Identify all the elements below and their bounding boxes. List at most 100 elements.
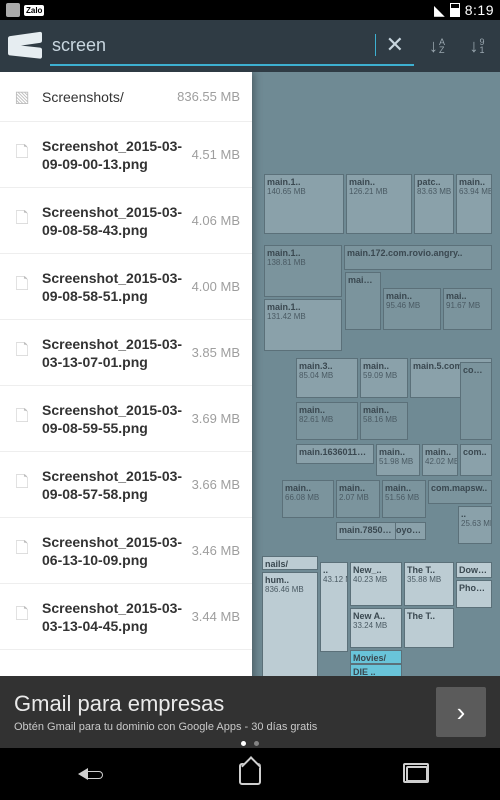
nav-back-button[interactable] [68,759,98,789]
ad-text: Gmail para empresas Obtén Gmail para tu … [14,691,426,733]
treemap-block[interactable]: mai..91.67 MB [443,288,492,330]
treemap-block[interactable]: com.. [460,444,492,476]
treemap-block[interactable]: main.1..140.65 MB [264,174,344,234]
file-name: Screenshot_2015-03-09-08-59-55.png [42,401,192,437]
file-row[interactable]: 🗋Screenshot_2015-03-09-08-57-58.png3.66 … [0,452,252,518]
treemap-block[interactable]: main..95.46 MB [383,288,441,330]
treemap-block[interactable]: main.1636011031.. [296,444,374,464]
folder-icon: ▧ [12,87,32,107]
treemap-block[interactable]: New A..33.24 MB [350,608,402,648]
treemap-block[interactable]: main..66.08 MB [282,480,334,518]
file-name: Screenshot_2015-03-09-08-58-43.png [42,203,192,239]
treemap-block[interactable]: ..25.63 MB [458,506,492,544]
nav-home-button[interactable] [235,759,265,789]
dot-active [241,741,246,746]
treemap-block[interactable]: main.1500207086.. [345,272,381,330]
treemap-block[interactable]: main.172.com.rovio.angry.. [344,245,492,270]
treemap-block[interactable]: main..58.16 MB [360,402,408,440]
main-stage: main.1..140.65 MBmain..126.21 MBpatc..83… [0,72,500,738]
treemap-block[interactable]: Download/ [456,562,492,578]
folder-row[interactable]: ▧ Screenshots/ 836.55 MB [0,72,252,122]
treemap-block[interactable]: main..2.07 MB [336,480,380,518]
treemap-block[interactable]: The T.. [404,608,454,648]
treemap-block[interactable]: Phoenix Wright.. [456,580,492,608]
file-row[interactable]: 🗋 Screenshot_2015-03-06-13-10-09.png3.46 … [0,518,252,584]
treemap-block[interactable]: main..63.94 MB [456,174,492,234]
search-input[interactable] [50,31,377,60]
clear-search-icon[interactable]: ✕ [376,32,414,58]
file-size: 4.06 MB [192,213,240,228]
app-logo-icon[interactable] [6,32,44,60]
file-size: 4.51 MB [192,147,240,162]
app-bar: ✕ ↓ AZ ↓ 91 [0,20,500,72]
file-icon: 🗋 [12,603,32,630]
file-size: 3.69 MB [192,411,240,426]
file-icon: 🗋 [12,273,32,300]
file-row[interactable]: 🗋 Screenshot_2015-03-09-08-59-55.png3.69 … [0,386,252,452]
treemap-block[interactable]: com.mapsw.. [428,480,492,504]
file-icon: 🗋 [12,207,32,234]
arrow-down-icon: ↓ [469,37,478,55]
ad-title: Gmail para empresas [14,691,426,717]
treemap-block[interactable]: main..82.61 MB [296,402,358,440]
ad-banner[interactable]: Gmail para empresas Obtén Gmail para tu … [0,676,500,748]
treemap-block[interactable]: hum..836.46 MB [262,572,318,692]
treemap-block[interactable]: nails/ [262,556,318,570]
file-icon: 🗋 [12,405,32,432]
ad-forward-button[interactable]: › [436,687,486,737]
file-name: Screenshot_2015-03-06-13-10-09.png [42,533,192,569]
file-size: 3.46 MB [192,543,240,558]
status-bar: Zalo 8:19 [0,0,500,20]
arrow-down-icon: ↓ [429,37,438,55]
treemap-block[interactable]: main.1..131.42 MB [264,299,342,351]
file-name: Screenshot_2015-03-09-09-00-13.png [42,137,192,173]
file-icon: 🗋 [12,471,32,498]
treemap-block[interactable]: main.1..138.81 MB [264,245,342,297]
file-row[interactable]: 🗋 Screenshot_2015-03-09-08-58-51.png4.00 … [0,254,252,320]
file-name: Screenshot_2015-03-03-13-07-01.png [42,335,192,371]
chevron-right-icon: › [457,697,466,728]
treemap-block[interactable]: patc..83.63 MB [414,174,454,234]
file-name: Screenshot_2015-03-03-13-04-45.png [42,599,192,635]
zalo-badge: Zalo [24,5,44,16]
treemap-block[interactable]: main..59.09 MB [360,358,408,398]
file-row[interactable]: 🗋 Screenshot_2015-03-09-09-00-13.png4.51 … [0,122,252,188]
treemap-block[interactable]: main.78500.c.. [336,522,396,540]
ad-subtitle: Obtén Gmail para tu dominio con Google A… [14,721,426,733]
dot-inactive [254,741,259,746]
treemap-block[interactable]: main.3..85.04 MB [296,358,358,398]
file-icon: 🗋 [12,537,32,564]
file-row[interactable]: 🗋 Screenshot_2015-03-03-13-04-45.png3.44 … [0,584,252,650]
file-icon: 🗋 [12,339,32,366]
file-row[interactable]: 🗋 Screenshot_2015-03-09-08-58-43.png4.06 … [0,188,252,254]
file-size: 3.85 MB [192,345,240,360]
file-size: 4.00 MB [192,279,240,294]
file-name: Screenshot_2015-03-09-08-58-51.png [42,269,192,305]
sort-alpha-button[interactable]: ↓ AZ [420,29,454,63]
battery-icon [450,3,460,17]
treemap-block[interactable]: New_..40.23 MB [350,562,402,606]
treemap-block[interactable]: The T..35.88 MB [404,562,454,606]
treemap-block[interactable]: main..42.02 MB [422,444,458,476]
file-size: 3.44 MB [192,609,240,624]
file-row[interactable]: 🗋 Screenshot_2015-03-03-13-07-01.png3.85 … [0,320,252,386]
system-nav-bar [0,748,500,800]
treemap-block[interactable]: main..51.98 MB [376,444,420,476]
treemap-block[interactable]: main..126.21 MB [346,174,412,234]
nav-recent-button[interactable] [402,759,432,789]
file-name: Screenshot_2015-03-09-08-57-58.png [42,467,192,503]
search-field-wrap: ✕ [50,26,414,66]
page-indicator [241,741,259,746]
file-icon: 🗋 [12,141,32,168]
gallery-icon [6,3,20,17]
search-results-panel: ▧ Screenshots/ 836.55 MB 🗋 Screenshot_201… [0,72,252,738]
folder-size: 836.55 MB [177,89,240,104]
wifi-icon [434,2,445,19]
treemap-block[interactable]: main..51.56 MB [382,480,426,518]
status-time: 8:19 [465,2,494,18]
sort-size-button[interactable]: ↓ 91 [460,29,494,63]
folder-name: Screenshots/ [42,88,177,106]
treemap-block[interactable]: ..43.12 MB [320,562,348,652]
treemap-block[interactable]: Movies/ [350,650,402,664]
treemap-block[interactable]: com.swift.. [460,362,492,440]
